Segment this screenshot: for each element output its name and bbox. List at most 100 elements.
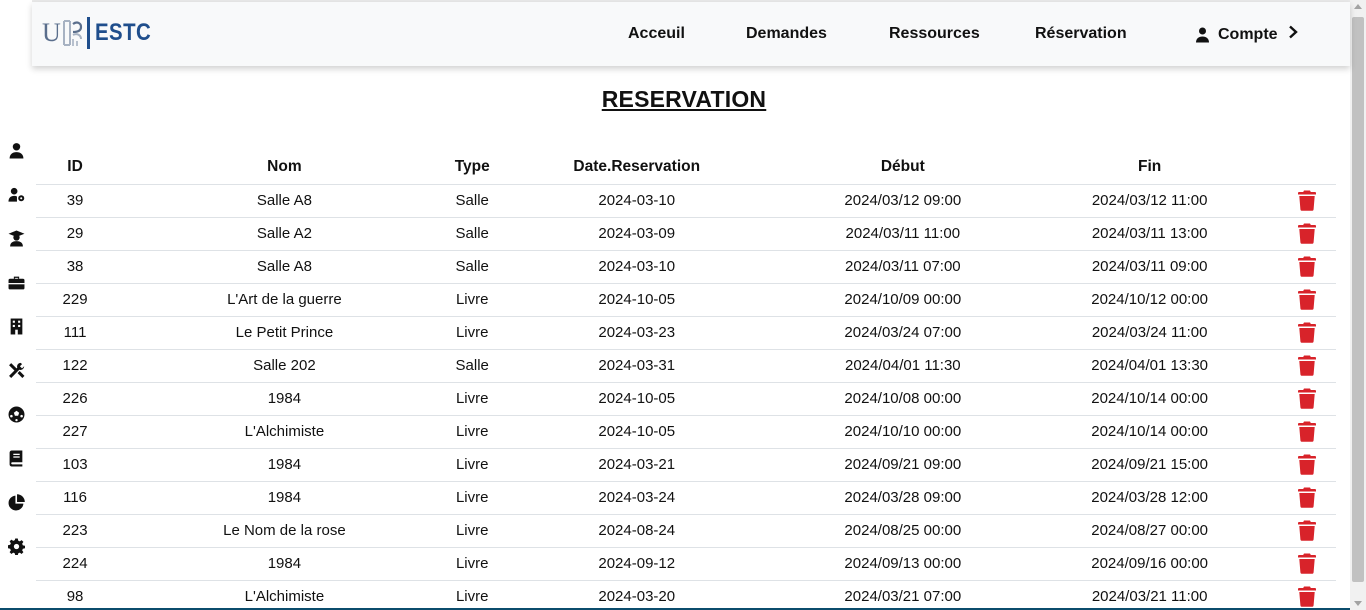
cell-fin: 2024/03/21 11:00 bbox=[1021, 579, 1278, 610]
pie-chart-icon[interactable] bbox=[6, 492, 26, 512]
cell-type: Livre bbox=[454, 513, 490, 547]
table-row: 103 1984 Livre 2024-03-21 2024/09/21 09:00 20… bbox=[36, 447, 1336, 481]
cell-fin: 2024/08/27 00:00 bbox=[1021, 513, 1278, 547]
delete-trash-icon[interactable] bbox=[1297, 454, 1316, 475]
cell-id: 229 bbox=[36, 282, 115, 316]
cell-date-reservation: 2024-10-05 bbox=[489, 282, 784, 316]
gear-icon[interactable] bbox=[6, 536, 26, 556]
cell-id: 116 bbox=[36, 480, 115, 514]
cell-nom: Salle A2 bbox=[114, 216, 455, 250]
cell-date-reservation: 2024-10-05 bbox=[489, 381, 784, 415]
table-row: 227 L'Alchimiste Livre 2024-10-05 2024/10/10… bbox=[36, 414, 1336, 448]
graduate-icon[interactable] bbox=[6, 228, 26, 248]
book-icon[interactable] bbox=[6, 448, 26, 468]
table-row: 229 L'Art de la guerre Livre 2024-10-05 2024… bbox=[36, 282, 1336, 316]
delete-trash-icon[interactable] bbox=[1297, 355, 1316, 376]
delete-trash-icon[interactable] bbox=[1297, 553, 1316, 574]
nav-reservation[interactable]: Réservation bbox=[1035, 25, 1127, 43]
cell-type: Livre bbox=[454, 546, 490, 580]
table-header-row: ID Nom Type Date.Reservation Début Fin bbox=[36, 150, 1336, 184]
cell-debut: 2024/03/11 07:00 bbox=[783, 249, 1022, 283]
cell-fin: 2024/04/01 13:30 bbox=[1021, 348, 1278, 382]
header-id: ID bbox=[67, 157, 83, 175]
soccer-ball-icon[interactable] bbox=[6, 404, 26, 424]
table-row: 223 Le Nom de la rose Livre 2024-08-24 2024/… bbox=[36, 513, 1336, 547]
cell-actions bbox=[1277, 480, 1336, 514]
table-row: 29 Salle A2 Salle 2024-03-09 2024/03/11 11:0… bbox=[36, 216, 1336, 250]
cell-id: 39 bbox=[36, 183, 115, 217]
cell-id: 98 bbox=[36, 579, 115, 610]
cell-id: 103 bbox=[36, 447, 115, 481]
table-row: 226 1984 Livre 2024-10-05 2024/10/08 00:00 20… bbox=[36, 381, 1336, 415]
chevron-right-icon[interactable] bbox=[1288, 25, 1298, 44]
cell-debut: 2024/09/13 00:00 bbox=[783, 546, 1022, 580]
user-icon[interactable] bbox=[6, 140, 26, 160]
cell-id: 223 bbox=[36, 513, 115, 547]
cell-type: Livre bbox=[454, 414, 490, 448]
cell-fin: 2024/03/11 09:00 bbox=[1021, 249, 1278, 283]
cell-date-reservation: 2024-10-05 bbox=[489, 414, 784, 448]
delete-trash-icon[interactable] bbox=[1297, 421, 1316, 442]
building-icon[interactable] bbox=[6, 316, 26, 336]
table-row: 111 Le Petit Prince Livre 2024-03-23 2024/03… bbox=[36, 315, 1336, 349]
cell-date-reservation: 2024-03-23 bbox=[489, 315, 784, 349]
cell-fin: 2024/10/14 00:00 bbox=[1021, 381, 1278, 415]
cell-fin: 2024/03/12 11:00 bbox=[1021, 183, 1278, 217]
cell-debut: 2024/08/25 00:00 bbox=[783, 513, 1022, 547]
cell-date-reservation: 2024-03-10 bbox=[489, 183, 784, 217]
logo[interactable]: U ESTC bbox=[42, 15, 161, 51]
delete-trash-icon[interactable] bbox=[1297, 487, 1316, 508]
delete-trash-icon[interactable] bbox=[1297, 586, 1316, 608]
header-actions bbox=[1277, 150, 1336, 184]
cell-nom: 1984 bbox=[114, 480, 455, 514]
scroll-down-arrow-icon[interactable] bbox=[1354, 601, 1362, 606]
delete-trash-icon[interactable] bbox=[1297, 256, 1316, 277]
scroll-thumb[interactable] bbox=[1352, 17, 1364, 582]
cell-date-reservation: 2024-03-21 bbox=[489, 447, 784, 481]
cell-actions bbox=[1277, 546, 1336, 580]
cell-type: Livre bbox=[454, 282, 490, 316]
table-row: 38 Salle A8 Salle 2024-03-10 2024/03/11 07:0… bbox=[36, 249, 1336, 283]
header-debut: Début bbox=[880, 157, 925, 175]
header-date-reservation: Date.Reservation bbox=[573, 157, 701, 175]
nav-compte-label: Compte bbox=[1218, 25, 1278, 43]
nav-ressources[interactable]: Ressources bbox=[889, 25, 980, 43]
delete-trash-icon[interactable] bbox=[1297, 289, 1316, 310]
cell-nom: L'Alchimiste bbox=[114, 579, 455, 610]
cell-actions bbox=[1277, 381, 1336, 415]
cell-debut: 2024/03/24 07:00 bbox=[783, 315, 1022, 349]
delete-trash-icon[interactable] bbox=[1297, 190, 1316, 211]
cell-actions bbox=[1277, 348, 1336, 382]
page-title: RESERVATION bbox=[601, 86, 767, 112]
delete-trash-icon[interactable] bbox=[1297, 388, 1316, 409]
briefcase-icon[interactable] bbox=[6, 272, 26, 292]
cell-debut: 2024/03/28 09:00 bbox=[783, 480, 1022, 514]
cell-fin: 2024/03/24 11:00 bbox=[1021, 315, 1278, 349]
cell-actions bbox=[1277, 447, 1336, 481]
sidebar bbox=[0, 0, 32, 610]
user-gear-icon[interactable] bbox=[6, 184, 26, 204]
nav-compte[interactable]: Compte bbox=[1195, 25, 1298, 44]
cell-fin: 2024/09/21 15:00 bbox=[1021, 447, 1278, 481]
header-nom: Nom bbox=[267, 157, 302, 175]
cell-debut: 2024/10/08 00:00 bbox=[783, 381, 1022, 415]
cell-nom: Salle A8 bbox=[114, 249, 455, 283]
delete-trash-icon[interactable] bbox=[1297, 520, 1316, 541]
delete-trash-icon[interactable] bbox=[1297, 322, 1316, 343]
logo-text: ESTC bbox=[94, 19, 151, 46]
cell-nom: L'Art de la guerre bbox=[114, 282, 455, 316]
cell-date-reservation: 2024-03-09 bbox=[489, 216, 784, 250]
delete-trash-icon[interactable] bbox=[1297, 223, 1316, 244]
cell-type: Salle bbox=[454, 249, 490, 283]
cell-nom: Le Nom de la rose bbox=[114, 513, 455, 547]
nav-acceuil[interactable]: Acceuil bbox=[628, 25, 685, 43]
scrollbar[interactable] bbox=[1350, 0, 1366, 610]
nav-demandes[interactable]: Demandes bbox=[746, 25, 827, 43]
scroll-up-arrow-icon[interactable] bbox=[1354, 4, 1362, 9]
cell-date-reservation: 2024-03-31 bbox=[489, 348, 784, 382]
table-row: 98 L'Alchimiste Livre 2024-03-20 2024/03/21 … bbox=[36, 579, 1336, 610]
cell-nom: Le Petit Prince bbox=[114, 315, 455, 349]
tools-icon[interactable] bbox=[6, 360, 26, 380]
cell-nom: 1984 bbox=[114, 447, 455, 481]
cell-type: Livre bbox=[454, 480, 490, 514]
